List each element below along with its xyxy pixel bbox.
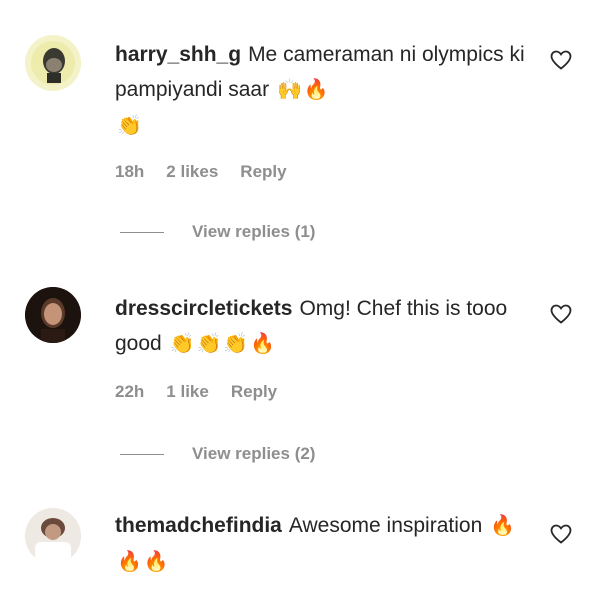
view-replies-label: View replies (1) bbox=[192, 222, 316, 241]
heart-outline-icon[interactable] bbox=[549, 48, 573, 72]
comment-meta: 22h 1 like Reply bbox=[115, 382, 277, 402]
divider bbox=[120, 453, 164, 455]
comment-body: Awesome inspiration bbox=[288, 514, 483, 537]
reply-button[interactable]: Reply bbox=[231, 382, 277, 402]
view-replies-button[interactable]: View replies (2) bbox=[120, 444, 315, 464]
comment-likes[interactable]: 2 likes bbox=[166, 162, 218, 182]
view-replies-button[interactable]: View replies (1) bbox=[120, 222, 315, 242]
comment-username[interactable]: themadchefindia bbox=[115, 514, 282, 537]
comment-meta: 18h 2 likes Reply bbox=[115, 162, 287, 182]
comment-text: dresscircletickets Omg! Chef this is tooo… bbox=[115, 291, 525, 362]
emoji: 🔥 bbox=[250, 333, 276, 355]
emoji: 👏 bbox=[196, 333, 222, 355]
avatar[interactable] bbox=[25, 287, 81, 343]
comment-time[interactable]: 22h bbox=[115, 382, 144, 402]
emoji: 🔥 bbox=[143, 551, 169, 573]
comment-username[interactable]: dresscircletickets bbox=[115, 297, 292, 320]
comment-time[interactable]: 18h bbox=[115, 162, 144, 182]
emoji: 🔥 bbox=[303, 79, 329, 101]
comment-likes[interactable]: 1 like bbox=[166, 382, 209, 402]
reply-button[interactable]: Reply bbox=[240, 162, 286, 182]
comment-text: themadchefindia Awesome inspiration 🔥🔥 🔥 bbox=[115, 508, 525, 580]
avatar[interactable] bbox=[25, 35, 81, 91]
view-replies-label: View replies (2) bbox=[192, 444, 316, 463]
emoji: 🙌 bbox=[276, 79, 302, 101]
comment-username[interactable]: harry_shh_g bbox=[115, 43, 241, 66]
emoji: 👏 bbox=[223, 333, 249, 355]
emoji: 👏 bbox=[117, 115, 142, 137]
emoji: 🔥 bbox=[490, 515, 516, 537]
heart-outline-icon[interactable] bbox=[549, 522, 573, 546]
emoji: 👏 bbox=[169, 333, 195, 355]
divider bbox=[120, 231, 164, 233]
emoji: 🔥 bbox=[117, 551, 142, 573]
avatar[interactable] bbox=[25, 508, 81, 564]
heart-outline-icon[interactable] bbox=[549, 302, 573, 326]
comment-text: harry_shh_g Me cameraman ni olympics ki p… bbox=[115, 37, 525, 144]
